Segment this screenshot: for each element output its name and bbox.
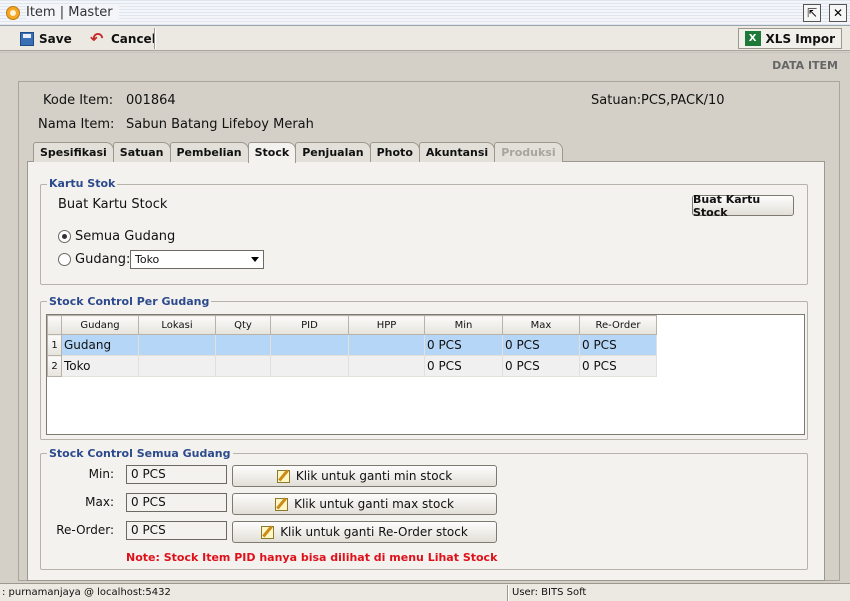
table-row[interactable]: 2 Toko 0 PCS 0 PCS 0 PCS bbox=[47, 355, 657, 377]
change-min-stock-label: Klik untuk ganti min stock bbox=[295, 469, 453, 483]
table-cell[interactable]: Gudang bbox=[61, 334, 139, 356]
table-cell[interactable] bbox=[215, 334, 271, 356]
floppy-disk-icon bbox=[20, 31, 34, 46]
table-cell[interactable]: 0 PCS bbox=[424, 355, 503, 377]
status-bar: : purnamanjaya @ localhost:5432 User: BI… bbox=[0, 583, 850, 601]
toolbar-divider bbox=[0, 52, 850, 53]
save-button[interactable]: Save bbox=[14, 28, 78, 49]
gudang-select[interactable]: Toko bbox=[130, 250, 264, 269]
change-max-stock-button[interactable]: Klik untuk ganti max stock bbox=[232, 493, 497, 515]
cancel-button-label: Cancel bbox=[111, 31, 156, 46]
edit-pencil-icon bbox=[275, 497, 289, 511]
nama-item-label: Nama Item: bbox=[38, 117, 115, 132]
window-title: Item | Master bbox=[26, 5, 119, 20]
cancel-button[interactable]: ↶ Cancel bbox=[84, 28, 162, 49]
min-label: Min: bbox=[88, 467, 114, 481]
row-number: 2 bbox=[47, 355, 62, 377]
reorder-stock-field: 0 PCS bbox=[126, 521, 227, 540]
table-cell[interactable]: 0 PCS bbox=[502, 355, 580, 377]
tab-spesifikasi[interactable]: Spesifikasi bbox=[33, 142, 114, 162]
kode-item-value: 001864 bbox=[126, 93, 176, 108]
change-reorder-stock-label: Klik untuk ganti Re-Order stock bbox=[280, 525, 468, 539]
table-cell[interactable]: 0 PCS bbox=[424, 334, 503, 356]
change-min-stock-button[interactable]: Klik untuk ganti min stock bbox=[232, 465, 497, 487]
column-header[interactable]: Gudang bbox=[61, 315, 139, 335]
table-cell[interactable] bbox=[215, 355, 271, 377]
stock-pid-note: Note: Stock Item PID hanya bisa dilihat … bbox=[126, 551, 498, 564]
title-bar: Item | Master ⇱ ✕ bbox=[0, 0, 850, 26]
min-stock-field: 0 PCS bbox=[126, 465, 227, 484]
max-label: Max: bbox=[85, 495, 114, 509]
section-title: DATA ITEM bbox=[772, 59, 838, 72]
dropdown-arrow-icon bbox=[251, 257, 259, 262]
user-status: User: BITS Soft bbox=[512, 587, 587, 598]
table-cell[interactable] bbox=[138, 355, 216, 377]
change-max-stock-label: Klik untuk ganti max stock bbox=[294, 497, 454, 511]
save-button-label: Save bbox=[39, 31, 72, 46]
edit-pencil-icon bbox=[276, 469, 290, 483]
tab-strip: Spesifikasi Satuan Pembelian Stock Penju… bbox=[33, 142, 563, 163]
app-logo-icon bbox=[6, 6, 20, 20]
status-divider bbox=[507, 585, 509, 601]
semua-gudang-radio[interactable] bbox=[58, 230, 71, 243]
row-number: 1 bbox=[47, 334, 62, 356]
buat-kartu-stock-button[interactable]: Buat Kartu Stock bbox=[692, 193, 794, 219]
table-cell[interactable] bbox=[348, 355, 425, 377]
column-header[interactable]: Lokasi bbox=[138, 315, 216, 335]
buat-kartu-stock-heading: Buat Kartu Stock bbox=[58, 197, 168, 212]
close-window-button[interactable]: ✕ bbox=[829, 4, 847, 22]
semua-gudang-label: Semua Gudang bbox=[75, 229, 176, 244]
toolbar: Save ↶ Cancel X XLS Impor bbox=[0, 26, 850, 51]
restore-window-button[interactable]: ⇱ bbox=[803, 4, 821, 22]
gudang-radio-label: Gudang: bbox=[75, 252, 131, 267]
max-stock-field: 0 PCS bbox=[126, 493, 227, 512]
satuan-label: Satuan: bbox=[591, 93, 642, 108]
table-cell[interactable] bbox=[348, 334, 425, 356]
gudang-radio[interactable] bbox=[58, 253, 71, 266]
stock-table: Gudang Lokasi Qty PID HPP Min Max Re-Ord… bbox=[47, 315, 657, 377]
xls-import-label: XLS Impor bbox=[765, 31, 835, 46]
xls-import-button[interactable]: X XLS Impor bbox=[737, 28, 842, 49]
tab-photo[interactable]: Photo bbox=[369, 142, 420, 162]
table-cell[interactable] bbox=[138, 334, 216, 356]
column-header[interactable]: Qty bbox=[215, 315, 271, 335]
column-header[interactable]: Max bbox=[502, 315, 580, 335]
stock-semua-gudang-title: Stock Control Semua Gudang bbox=[47, 447, 233, 460]
table-cell[interactable] bbox=[270, 334, 349, 356]
excel-icon: X bbox=[744, 31, 761, 46]
tab-akuntansi[interactable]: Akuntansi bbox=[418, 142, 496, 162]
stock-per-gudang-title: Stock Control Per Gudang bbox=[47, 295, 212, 308]
column-header[interactable]: HPP bbox=[348, 315, 425, 335]
kartu-stok-title: Kartu Stok bbox=[47, 177, 118, 190]
satuan-value: PCS,PACK/10 bbox=[641, 93, 725, 108]
tab-pembelian[interactable]: Pembelian bbox=[169, 142, 249, 162]
column-header[interactable]: Re-Order bbox=[579, 315, 657, 335]
stock-grid[interactable]: Gudang Lokasi Qty PID HPP Min Max Re-Ord… bbox=[46, 314, 805, 435]
table-cell[interactable]: 0 PCS bbox=[579, 355, 657, 377]
toolbar-separator bbox=[154, 28, 156, 49]
table-cell[interactable] bbox=[270, 355, 349, 377]
table-cell[interactable]: 0 PCS bbox=[502, 334, 580, 356]
tab-penjualan[interactable]: Penjualan bbox=[295, 142, 371, 162]
row-number-header bbox=[47, 315, 62, 335]
reorder-label: Re-Order: bbox=[56, 523, 114, 537]
edit-pencil-icon bbox=[261, 525, 275, 539]
tab-satuan[interactable]: Satuan bbox=[112, 142, 171, 162]
gudang-select-value: Toko bbox=[135, 253, 160, 266]
column-header[interactable]: PID bbox=[270, 315, 349, 335]
connection-status: : purnamanjaya @ localhost:5432 bbox=[2, 587, 171, 598]
undo-arrow-icon: ↶ bbox=[90, 28, 104, 48]
column-header[interactable]: Min bbox=[424, 315, 503, 335]
tab-stock[interactable]: Stock bbox=[247, 142, 297, 163]
tab-produksi: Produksi bbox=[494, 142, 563, 162]
table-cell[interactable]: 0 PCS bbox=[579, 334, 657, 356]
table-row[interactable]: 1 Gudang 0 PCS 0 PCS 0 PCS bbox=[47, 334, 657, 356]
nama-item-value: Sabun Batang Lifeboy Merah bbox=[126, 117, 314, 132]
table-cell[interactable]: Toko bbox=[61, 355, 139, 377]
kode-item-label: Kode Item: bbox=[43, 93, 114, 108]
change-reorder-stock-button[interactable]: Klik untuk ganti Re-Order stock bbox=[232, 521, 497, 543]
